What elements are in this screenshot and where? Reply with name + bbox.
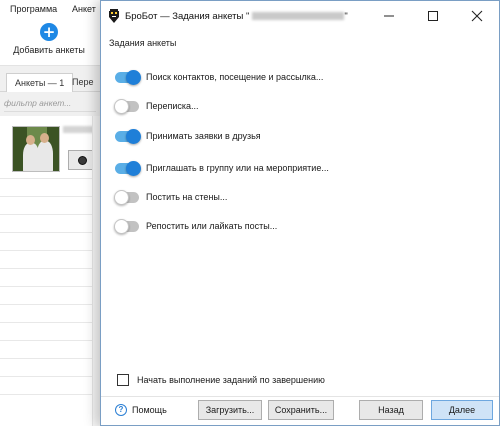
start-on-finish-label: Начать выполнение заданий по завершению <box>137 375 325 385</box>
list-divider <box>0 196 100 197</box>
next-button[interactable]: Далее <box>431 400 493 420</box>
help-link[interactable]: ? Помощь <box>115 404 175 418</box>
list-divider <box>0 394 100 395</box>
list-scrollbar[interactable] <box>92 116 100 426</box>
toggle-knob <box>126 70 141 85</box>
dialog-title-text: БроБот — Задания анкеты " <box>125 11 250 22</box>
task-option-label: Принимать заявки в друзья <box>146 131 261 141</box>
toggle-knob <box>126 129 141 144</box>
tab-messages[interactable]: Пере <box>64 73 102 92</box>
footer-divider <box>101 396 499 397</box>
add-profiles-label: Добавить анкеты <box>13 45 85 55</box>
list-divider <box>0 268 100 269</box>
toggle-knob <box>126 161 141 176</box>
list-divider <box>0 286 100 287</box>
list-divider <box>0 214 100 215</box>
list-divider <box>0 178 100 179</box>
start-on-finish-option[interactable]: Начать выполнение заданий по завершению <box>117 374 367 388</box>
toggle-knob <box>114 219 129 234</box>
list-divider <box>0 322 100 323</box>
toggle-switch[interactable] <box>115 70 141 85</box>
toggle-switch[interactable] <box>114 219 139 234</box>
list-divider <box>0 232 100 233</box>
profile-tasks-dialog: БроБот — Задания анкеты " " Задания анкет… <box>100 0 500 426</box>
list-divider <box>0 250 100 251</box>
title-bar[interactable]: БроБот — Задания анкеты " " <box>101 1 499 31</box>
list-divider <box>0 376 100 377</box>
section-title: Задания анкеты <box>109 38 177 48</box>
load-button[interactable]: Загрузить... <box>198 400 262 420</box>
profile-filter-input[interactable]: фильтр анкет... <box>4 98 96 112</box>
maximize-button[interactable] <box>411 1 455 31</box>
dialog-title: БроБот — Задания анкеты " " <box>125 11 348 22</box>
task-option-label: Репостить или лайкать посты... <box>146 221 278 231</box>
minimize-button[interactable] <box>367 1 411 31</box>
minimize-icon <box>384 15 394 17</box>
toggle-switch[interactable] <box>114 190 139 205</box>
toggle-switch[interactable] <box>115 129 141 144</box>
help-label: Помощь <box>132 405 167 415</box>
help-icon: ? <box>115 404 127 416</box>
add-profiles-button[interactable]: + Добавить анкеты <box>6 22 92 64</box>
task-option-accept-friends[interactable]: Принимать заявки в друзья <box>115 129 445 147</box>
dialog-title-suffix: " <box>344 11 348 22</box>
save-button[interactable]: Сохранить... <box>268 400 334 420</box>
profile-card[interactable] <box>8 122 100 176</box>
list-divider <box>0 358 100 359</box>
close-button[interactable] <box>455 1 499 31</box>
task-option-messaging[interactable]: Переписка... <box>114 99 445 117</box>
close-icon <box>471 10 483 22</box>
start-on-finish-checkbox[interactable] <box>117 374 129 386</box>
task-option-label: Поиск контактов, посещение и рассылка... <box>146 72 324 82</box>
toggle-knob <box>114 190 129 205</box>
menu-item-program[interactable]: Программа <box>10 4 57 14</box>
task-option-label: Переписка... <box>146 101 199 111</box>
task-option-invite-group[interactable]: Приглашать в группу или на мероприятие..… <box>115 161 445 179</box>
toggle-knob <box>114 99 129 114</box>
task-option-label: Постить на стены... <box>146 192 228 202</box>
list-divider <box>0 304 100 305</box>
task-option-wall-post[interactable]: Постить на стены... <box>114 190 445 208</box>
maximize-icon <box>428 11 438 21</box>
back-button[interactable]: Назад <box>359 400 423 420</box>
task-option-label: Приглашать в группу или на мероприятие..… <box>146 163 329 173</box>
task-option-repost-like[interactable]: Репостить или лайкать посты... <box>114 219 445 237</box>
toggle-switch[interactable] <box>114 99 139 114</box>
plus-icon: + <box>40 23 58 41</box>
profile-name-redacted <box>252 12 345 20</box>
list-divider <box>0 340 100 341</box>
menu-item-profiles[interactable]: Анкет <box>72 4 96 14</box>
profile-avatar <box>12 126 60 172</box>
toggle-switch[interactable] <box>115 161 141 176</box>
task-option-search-contacts[interactable]: Поиск контактов, посещение и рассылка... <box>115 70 445 88</box>
bot-app-icon <box>109 9 119 23</box>
record-icon <box>78 156 87 165</box>
